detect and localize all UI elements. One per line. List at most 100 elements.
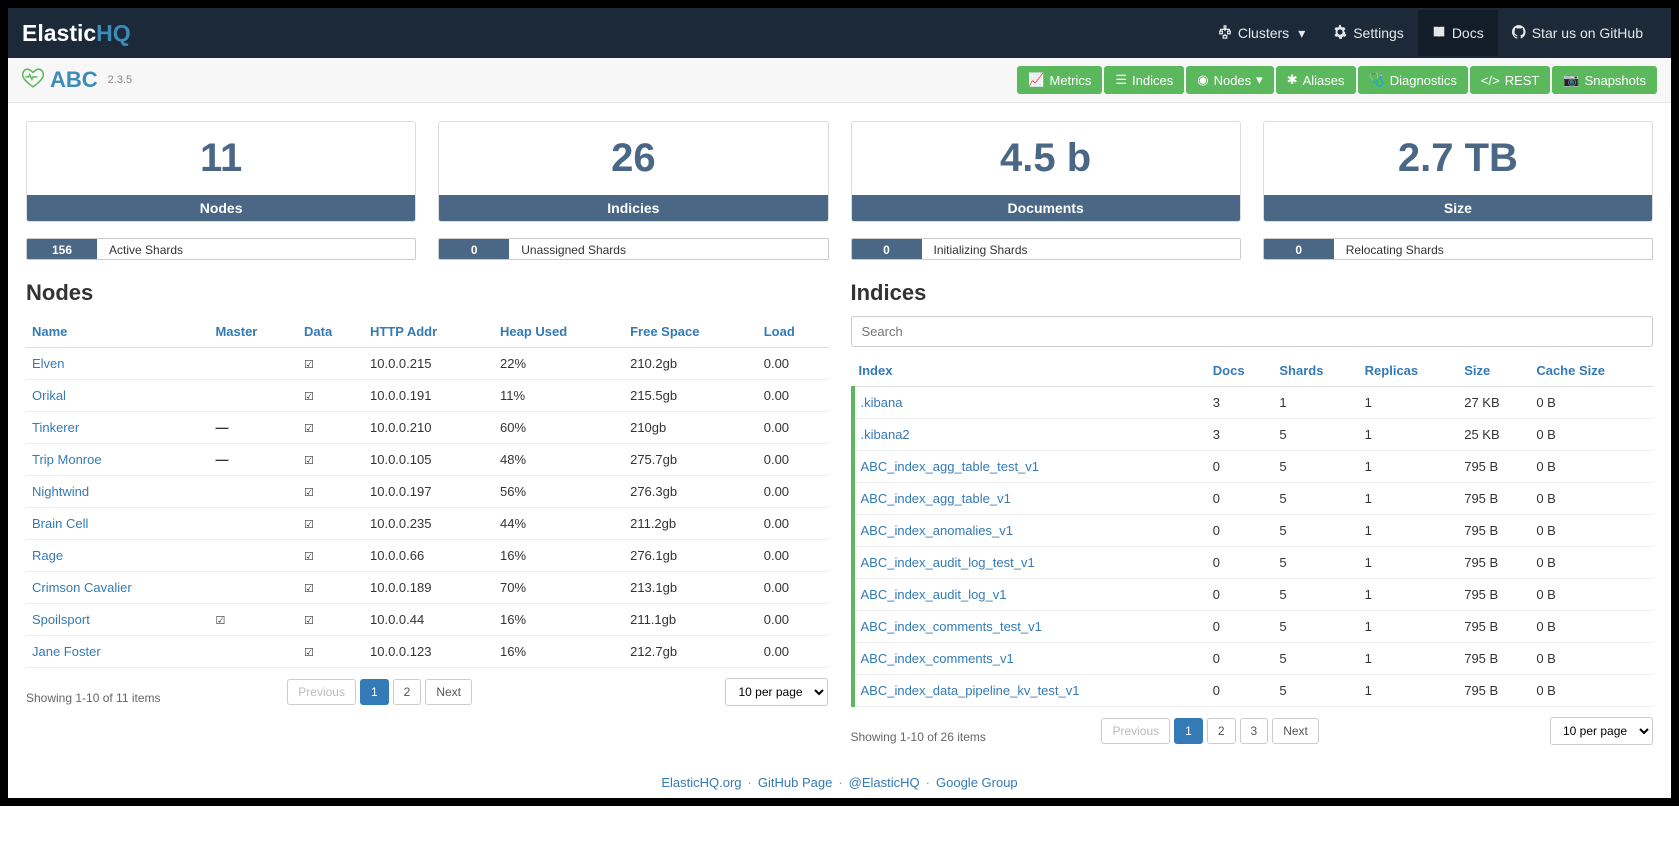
node-name-link[interactable]: Brain Cell bbox=[32, 516, 88, 531]
indices-prev-button[interactable]: Previous bbox=[1101, 718, 1170, 744]
nodes-row: Nightwind ☑ 10.0.0.197 56% 276.3gb 0.00 bbox=[26, 476, 829, 508]
circle-icon: ◉ bbox=[1197, 72, 1208, 88]
nodes-page-button[interactable]: 1 bbox=[360, 679, 389, 705]
navbar: ElasticHQ Clusters ▾ Settings Docs bbox=[8, 8, 1671, 58]
footer-link[interactable]: GitHub Page bbox=[758, 775, 832, 790]
node-name-link[interactable]: Elven bbox=[32, 356, 65, 371]
tab-nodes[interactable]: ◉Nodes▾ bbox=[1186, 66, 1273, 94]
indices-col-header[interactable]: Replicas bbox=[1359, 355, 1459, 387]
indices-column: Indices IndexDocsShardsReplicasSizeCache… bbox=[851, 280, 1654, 745]
nav-docs-label: Docs bbox=[1452, 25, 1484, 41]
node-name-link[interactable]: Orikal bbox=[32, 388, 66, 403]
nav-settings[interactable]: Settings bbox=[1319, 10, 1418, 56]
nodes-next-button[interactable]: Next bbox=[425, 679, 472, 705]
list-icon: ☰ bbox=[1115, 72, 1127, 88]
indices-row: .kibana 3 1 1 27 KB 0 B bbox=[853, 387, 1654, 419]
brand-logo[interactable]: ElasticHQ bbox=[22, 20, 131, 47]
indices-col-header[interactable]: Index bbox=[853, 355, 1207, 387]
index-name-link[interactable]: ABC_index_data_pipeline_kv_test_v1 bbox=[861, 683, 1080, 698]
check-icon: ☑ bbox=[304, 423, 314, 435]
indices-row: ABC_index_comments_test_v1 0 5 1 795 B 0… bbox=[853, 611, 1654, 643]
indices-row: ABC_index_audit_log_v1 0 5 1 795 B 0 B bbox=[853, 579, 1654, 611]
indices-row: .kibana2 3 5 1 25 KB 0 B bbox=[853, 419, 1654, 451]
indices-col-header[interactable]: Size bbox=[1458, 355, 1530, 387]
tab-indices[interactable]: ☰Indices bbox=[1104, 66, 1184, 94]
github-icon bbox=[1512, 25, 1526, 41]
nav-clusters-label: Clusters bbox=[1238, 25, 1289, 41]
shard-value: 0 bbox=[439, 239, 509, 259]
footer-link[interactable]: ElasticHQ.org bbox=[661, 775, 741, 790]
check-icon: ☑ bbox=[304, 551, 314, 563]
check-icon: ☑ bbox=[304, 359, 314, 371]
indices-page-button[interactable]: 1 bbox=[1174, 718, 1203, 744]
nodes-heading: Nodes bbox=[26, 280, 829, 306]
node-name-link[interactable]: Crimson Cavalier bbox=[32, 580, 132, 595]
indices-col-header[interactable]: Docs bbox=[1207, 355, 1274, 387]
indices-per-page[interactable]: 10 per page bbox=[1550, 717, 1653, 745]
check-icon: ☑ bbox=[304, 647, 314, 659]
brand-text-a: Elastic bbox=[22, 20, 96, 46]
stat-card-label: Documents bbox=[852, 195, 1240, 221]
node-name-link[interactable]: Spoilsport bbox=[32, 612, 90, 627]
node-name-link[interactable]: Tinkerer bbox=[32, 420, 79, 435]
tab-rest[interactable]: </>REST bbox=[1470, 66, 1550, 94]
check-icon: ☑ bbox=[304, 615, 314, 627]
indices-col-header[interactable]: Cache Size bbox=[1530, 355, 1653, 387]
index-name-link[interactable]: ABC_index_comments_v1 bbox=[861, 651, 1014, 666]
tab-snapshots[interactable]: 📷Snapshots bbox=[1552, 66, 1657, 94]
nodes-col-header[interactable]: Free Space bbox=[624, 316, 758, 348]
nodes-per-page[interactable]: 10 per page bbox=[725, 678, 828, 706]
nodes-col-header[interactable]: HTTP Addr bbox=[364, 316, 494, 348]
footer-link[interactable]: @ElasticHQ bbox=[849, 775, 920, 790]
index-name-link[interactable]: ABC_index_agg_table_v1 bbox=[861, 491, 1011, 506]
sitemap-icon bbox=[1218, 25, 1232, 41]
index-name-link[interactable]: ABC_index_audit_log_test_v1 bbox=[861, 555, 1035, 570]
nodes-col-header[interactable]: Heap Used bbox=[494, 316, 624, 348]
nodes-page-button[interactable]: 2 bbox=[393, 679, 422, 705]
tab-aliases[interactable]: ✱Aliases bbox=[1276, 66, 1356, 94]
shard-value: 156 bbox=[27, 239, 97, 259]
tab-diagnostics[interactable]: 🩺Diagnostics bbox=[1358, 66, 1468, 94]
dash-icon: — bbox=[215, 452, 228, 467]
index-name-link[interactable]: .kibana2 bbox=[861, 427, 910, 442]
indices-col-header[interactable]: Shards bbox=[1273, 355, 1358, 387]
indices-heading: Indices bbox=[851, 280, 1654, 306]
indices-row: ABC_index_audit_log_test_v1 0 5 1 795 B … bbox=[853, 547, 1654, 579]
share-icon: ✱ bbox=[1287, 72, 1298, 88]
node-name-link[interactable]: Nightwind bbox=[32, 484, 89, 499]
stat-card-label: Size bbox=[1264, 195, 1652, 221]
index-name-link[interactable]: ABC_index_comments_test_v1 bbox=[861, 619, 1042, 634]
footer-link[interactable]: Google Group bbox=[936, 775, 1018, 790]
stat-cards: 11 Nodes 26 Indicies 4.5 b Documents 2.7… bbox=[26, 121, 1653, 222]
indices-page-button[interactable]: 3 bbox=[1240, 718, 1269, 744]
nodes-col-header[interactable]: Load bbox=[758, 316, 829, 348]
nodes-col-header[interactable]: Data bbox=[298, 316, 364, 348]
indices-row: ABC_index_agg_table_v1 0 5 1 795 B 0 B bbox=[853, 483, 1654, 515]
nodes-col-header[interactable]: Master bbox=[209, 316, 298, 348]
index-name-link[interactable]: ABC_index_audit_log_v1 bbox=[861, 587, 1007, 602]
node-name-link[interactable]: Trip Monroe bbox=[32, 452, 102, 467]
cluster-name[interactable]: ABC 2.3.5 bbox=[22, 67, 132, 93]
index-name-link[interactable]: ABC_index_agg_table_test_v1 bbox=[861, 459, 1040, 474]
shard-box-0: 156 Active Shards bbox=[26, 238, 416, 260]
shard-label: Relocating Shards bbox=[1334, 239, 1456, 259]
nav-star-github[interactable]: Star us on GitHub bbox=[1498, 10, 1657, 56]
nav-clusters[interactable]: Clusters ▾ bbox=[1204, 10, 1319, 57]
indices-page-button[interactable]: 2 bbox=[1207, 718, 1236, 744]
index-name-link[interactable]: ABC_index_anomalies_v1 bbox=[861, 523, 1013, 538]
stat-card-value: 2.7 TB bbox=[1264, 122, 1652, 195]
node-name-link[interactable]: Rage bbox=[32, 548, 63, 563]
nodes-col-header[interactable]: Name bbox=[26, 316, 209, 348]
tab-metrics[interactable]: 📈Metrics bbox=[1017, 66, 1102, 94]
code-icon: </> bbox=[1481, 73, 1500, 88]
cluster-version: 2.3.5 bbox=[108, 74, 132, 86]
nodes-prev-button[interactable]: Previous bbox=[287, 679, 356, 705]
indices-next-button[interactable]: Next bbox=[1272, 718, 1319, 744]
nav-docs[interactable]: Docs bbox=[1418, 10, 1498, 56]
shard-label: Active Shards bbox=[97, 239, 195, 259]
node-name-link[interactable]: Jane Foster bbox=[32, 644, 101, 659]
stat-card-3: 2.7 TB Size bbox=[1263, 121, 1653, 222]
index-name-link[interactable]: .kibana bbox=[861, 395, 903, 410]
indices-search-input[interactable] bbox=[851, 316, 1654, 347]
stat-card-value: 4.5 b bbox=[852, 122, 1240, 195]
